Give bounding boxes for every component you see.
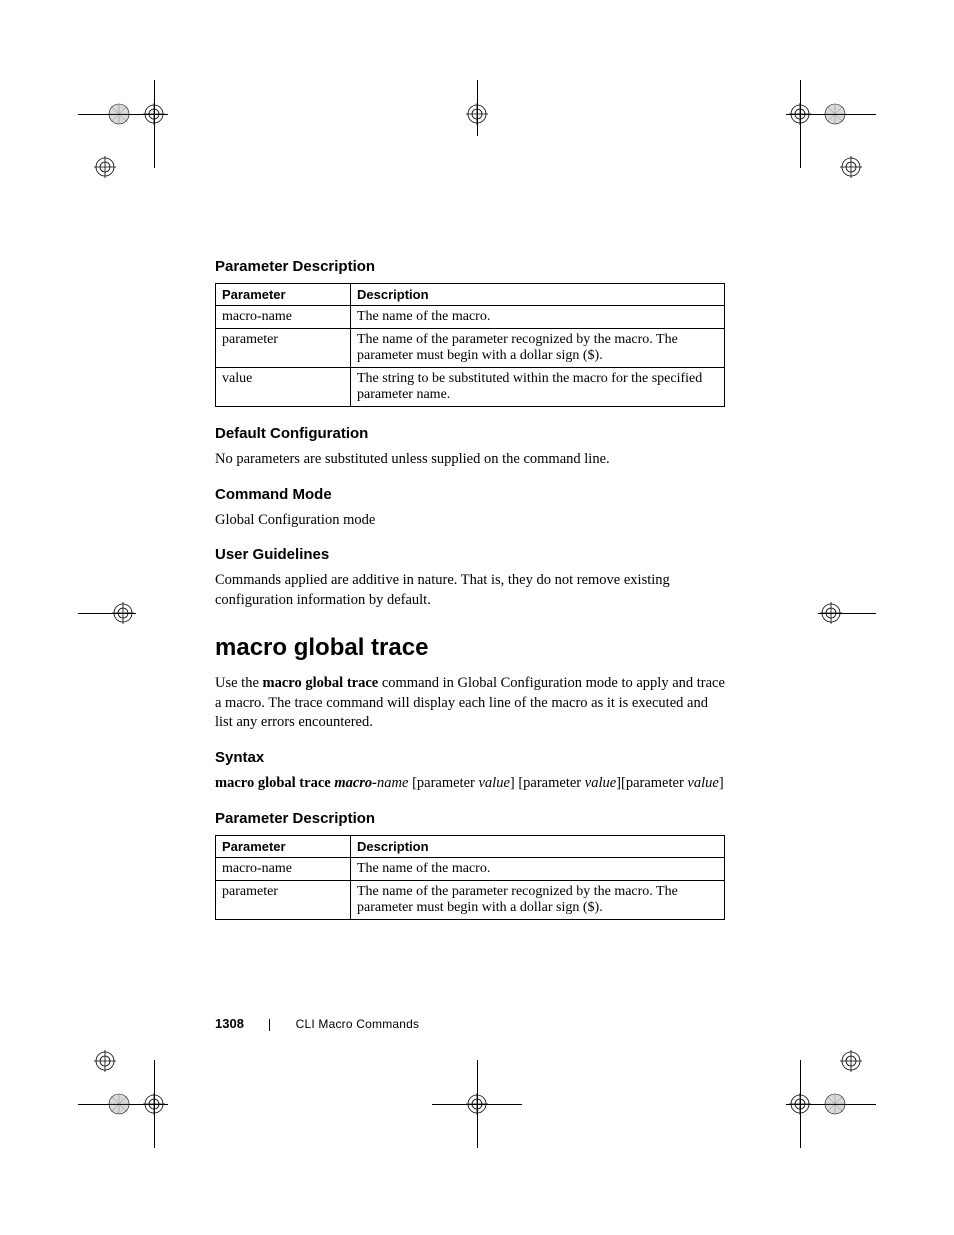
table-cell: value <box>216 368 351 407</box>
syntax-text: ][parameter <box>616 775 687 791</box>
body-text: Commands applied are additive in nature.… <box>215 571 725 610</box>
registration-mark-icon <box>112 602 134 624</box>
corner-mark-icon <box>108 1093 130 1115</box>
heading-user-guidelines: User Guidelines <box>215 546 725 563</box>
text: Use the <box>215 675 263 691</box>
table-row: parameter The name of the parameter reco… <box>216 329 725 368</box>
registration-mark-icon <box>94 156 116 178</box>
table-cell: parameter <box>216 880 351 919</box>
table-header-row: Parameter Description <box>216 835 725 857</box>
crop-line <box>78 613 136 614</box>
body-text: No parameters are substituted unless sup… <box>215 450 725 470</box>
syntax-param: value <box>478 775 509 791</box>
parameter-table-1: Parameter Description macro-name The nam… <box>215 283 725 407</box>
table-row: macro-name The name of the macro. <box>216 306 725 329</box>
syntax-text: [parameter <box>408 775 478 791</box>
crop-line <box>78 114 168 115</box>
registration-mark-icon <box>143 103 165 125</box>
table-header: Description <box>351 284 725 306</box>
crop-line <box>818 613 876 614</box>
syntax-param: name <box>377 775 408 791</box>
syntax-text: ] [parameter <box>510 775 585 791</box>
table-cell: The name of the macro. <box>351 306 725 329</box>
registration-mark-icon <box>466 103 488 125</box>
crop-line <box>78 1104 168 1105</box>
footer-divider <box>269 1019 270 1031</box>
table-header: Parameter <box>216 284 351 306</box>
body-text: Global Configuration mode <box>215 511 725 531</box>
registration-mark-icon <box>94 1050 116 1072</box>
syntax-text: ] <box>719 775 724 791</box>
heading-parameter-description: Parameter Description <box>215 258 725 275</box>
table-cell: The name of the macro. <box>351 857 725 880</box>
table-cell: macro-name <box>216 857 351 880</box>
command-name-inline: macro global trace <box>263 675 379 691</box>
registration-mark-icon <box>840 1050 862 1072</box>
table-header: Description <box>351 835 725 857</box>
table-row: parameter The name of the parameter reco… <box>216 880 725 919</box>
page-content: Parameter Description Parameter Descript… <box>215 258 725 938</box>
syntax-text: macro global trace macro-name [parameter… <box>215 774 725 794</box>
crop-line <box>786 114 876 115</box>
corner-mark-icon <box>108 103 130 125</box>
table-cell: The string to be substituted within the … <box>351 368 725 407</box>
corner-mark-icon <box>824 103 846 125</box>
body-text: Use the macro global trace command in Gl… <box>215 674 725 733</box>
page-footer: 1308 CLI Macro Commands <box>215 1016 419 1031</box>
command-title: macro global trace <box>215 634 725 662</box>
table-row: macro-name The name of the macro. <box>216 857 725 880</box>
registration-mark-icon <box>466 1093 488 1115</box>
crop-line <box>477 1060 478 1148</box>
table-header-row: Parameter Description <box>216 284 725 306</box>
crop-line <box>477 80 478 136</box>
table-cell: The name of the parameter recognized by … <box>351 880 725 919</box>
syntax-param: value <box>585 775 616 791</box>
registration-mark-icon <box>840 156 862 178</box>
syntax-param: value <box>687 775 718 791</box>
syntax-param: macro- <box>334 775 377 791</box>
page-number: 1308 <box>215 1016 244 1031</box>
parameter-table-2: Parameter Description macro-name The nam… <box>215 835 725 920</box>
crop-line <box>432 1104 522 1105</box>
corner-mark-icon <box>824 1093 846 1115</box>
chapter-name: CLI Macro Commands <box>296 1017 420 1031</box>
registration-mark-icon <box>820 602 842 624</box>
heading-syntax: Syntax <box>215 749 725 766</box>
crop-line <box>154 1060 155 1148</box>
crop-line <box>800 1060 801 1148</box>
table-header: Parameter <box>216 835 351 857</box>
heading-parameter-description-2: Parameter Description <box>215 810 725 827</box>
crop-line <box>800 80 801 168</box>
registration-mark-icon <box>789 1093 811 1115</box>
crop-line <box>786 1104 876 1105</box>
crop-line <box>154 80 155 168</box>
table-cell: parameter <box>216 329 351 368</box>
heading-command-mode: Command Mode <box>215 486 725 503</box>
registration-mark-icon <box>789 103 811 125</box>
table-row: value The string to be substituted withi… <box>216 368 725 407</box>
syntax-keyword: macro global trace <box>215 775 334 791</box>
table-cell: The name of the parameter recognized by … <box>351 329 725 368</box>
registration-mark-icon <box>143 1093 165 1115</box>
table-cell: macro-name <box>216 306 351 329</box>
heading-default-configuration: Default Configuration <box>215 425 725 442</box>
